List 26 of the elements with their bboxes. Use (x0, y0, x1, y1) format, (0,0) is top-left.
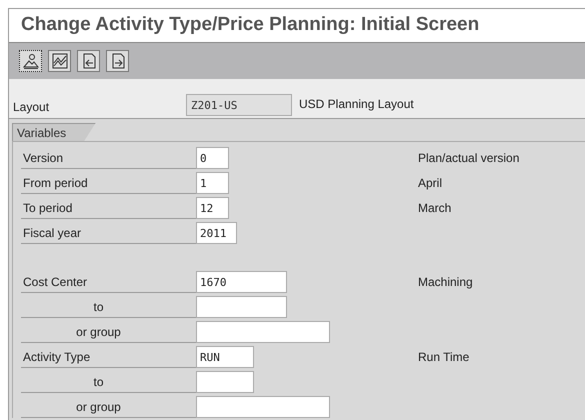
document-forward-icon (110, 53, 126, 69)
layout-description: USD Planning Layout (299, 96, 414, 113)
input-field[interactable] (196, 371, 254, 393)
toolbar-button[interactable] (106, 50, 129, 72)
toolbar-button[interactable] (77, 50, 100, 72)
document-back-icon (80, 53, 96, 69)
field-description: Machining (418, 274, 473, 291)
field-description: Plan/actual version (418, 150, 520, 167)
input-field[interactable] (196, 396, 330, 418)
field-description: April (418, 175, 442, 192)
input-field[interactable]: RUN (196, 346, 254, 368)
input-field[interactable]: 2011 (196, 222, 237, 244)
input-field[interactable]: 1670 (196, 271, 287, 293)
toolbar-button[interactable] (19, 50, 42, 72)
input-field[interactable]: 1 (196, 172, 229, 194)
line-chart-icon (52, 53, 68, 69)
input-field[interactable] (196, 321, 330, 343)
input-field[interactable]: 0 (196, 147, 229, 169)
picture-icon (22, 53, 38, 69)
field-description: March (418, 200, 452, 217)
field-description: Run Time (418, 349, 470, 366)
window-title: Change Activity Type/Price Planning: Initial Screen (9, 9, 585, 43)
input-field[interactable] (196, 296, 287, 318)
input-field[interactable]: 12 (196, 197, 229, 219)
layout-label: Layout (12, 99, 50, 116)
toolbar-button[interactable] (48, 50, 71, 72)
